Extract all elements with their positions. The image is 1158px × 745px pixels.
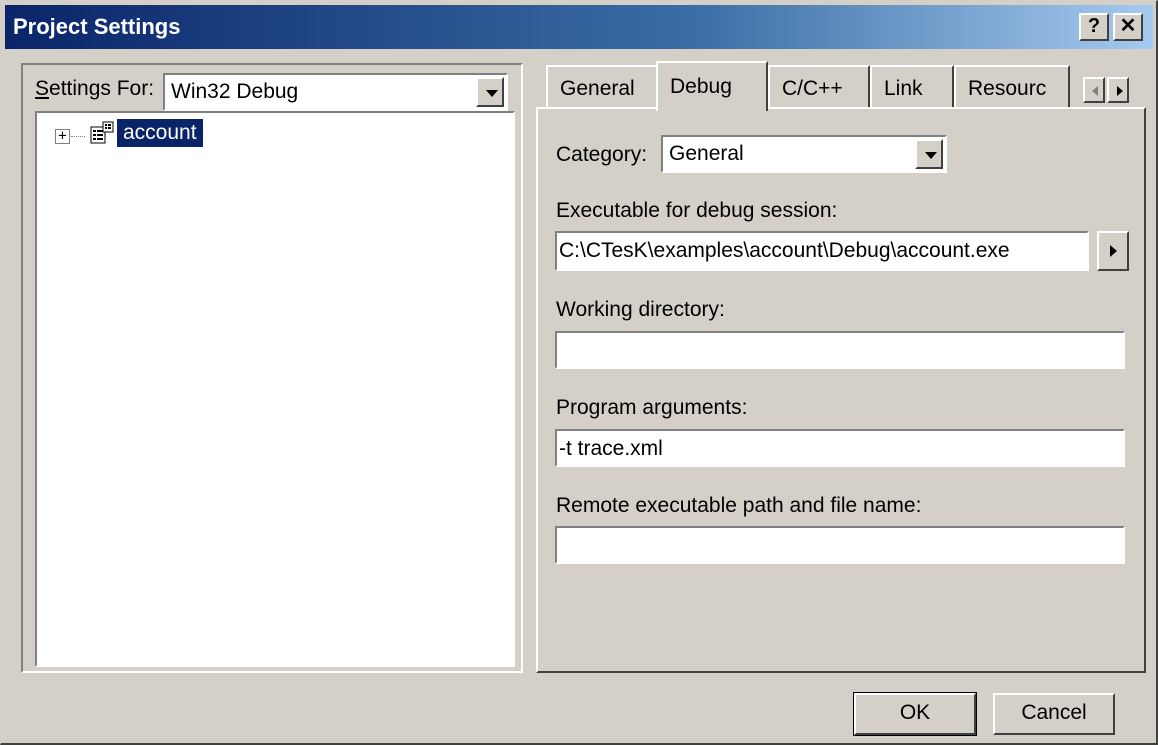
tree-connector [71, 136, 85, 137]
help-icon: ? [1087, 15, 1101, 37]
executable-input[interactable]: C:\CTesK\examples\account\Debug\account.… [555, 231, 1089, 271]
executable-browse-button[interactable] [1097, 231, 1129, 271]
category-combo[interactable]: General [661, 135, 947, 173]
tab-resources[interactable]: Resourc [954, 65, 1070, 109]
tab-scroll-left-button[interactable] [1083, 77, 1105, 103]
close-icon: ✕ [1119, 15, 1137, 37]
project-settings-dialog: Project Settings ? ✕ Settings For: Win32… [0, 0, 1158, 745]
settings-for-combo[interactable]: Win32 Debug [163, 73, 508, 111]
help-button[interactable]: ? [1079, 13, 1109, 41]
dialog-title: Project Settings [13, 14, 181, 39]
settings-for-label: Settings For: [35, 77, 154, 101]
remote-path-input[interactable] [555, 526, 1125, 564]
tree-item-account[interactable]: account [117, 119, 203, 147]
cancel-button[interactable]: Cancel [993, 693, 1115, 735]
category-value: General [669, 142, 744, 165]
settings-for-value: Win32 Debug [171, 80, 299, 103]
tab-link[interactable]: Link [870, 65, 954, 109]
settings-for-label-mnemonic: S [35, 77, 50, 100]
tab-c-cpp-label: C/C++ [782, 77, 843, 100]
chevron-down-icon[interactable] [476, 77, 504, 107]
arrow-left-icon [1092, 86, 1098, 96]
project-icon [90, 121, 114, 144]
executable-label: Executable for debug session: [556, 199, 838, 222]
close-button[interactable]: ✕ [1113, 13, 1143, 41]
tab-general[interactable]: General [546, 65, 658, 109]
category-label-text: Category: [556, 143, 648, 166]
program-arguments-label: Program arguments: [556, 396, 748, 419]
ok-button[interactable]: OK [853, 692, 977, 736]
executable-value: C:\CTesK\examples\account\Debug\account.… [559, 239, 1010, 262]
arrow-right-icon [1117, 86, 1123, 96]
project-tree[interactable]: + account [35, 111, 515, 667]
tab-debug-label: Debug [670, 75, 732, 98]
chevron-down-icon[interactable] [915, 139, 943, 169]
remote-path-label: Remote executable path and file name: [556, 494, 922, 517]
tab-scroll-right-button[interactable] [1107, 77, 1129, 103]
tab-c-cpp[interactable]: C/C++ [768, 65, 870, 109]
settings-for-label-text: ettings For: [49, 77, 155, 100]
tab-resources-label: Resourc [968, 77, 1047, 100]
working-directory-input[interactable] [555, 331, 1125, 369]
tab-general-label: General [560, 77, 635, 100]
category-label: Category: [556, 143, 647, 167]
working-directory-label: Working directory: [556, 298, 725, 321]
program-arguments-input[interactable]: -t trace.xml [555, 429, 1125, 467]
tab-link-label: Link [884, 77, 923, 100]
tab-debug[interactable]: Debug [656, 61, 768, 111]
title-bar[interactable]: Project Settings ? ✕ [5, 5, 1153, 49]
program-arguments-value: -t trace.xml [559, 437, 663, 460]
tree-expand-icon[interactable]: + [55, 129, 70, 144]
debug-tab-panel [536, 107, 1146, 673]
